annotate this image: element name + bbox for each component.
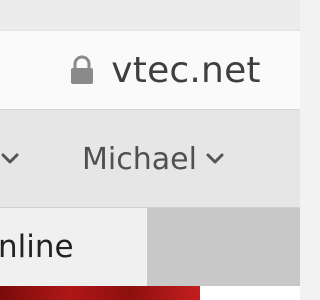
- address-bar-content: vtec.net: [69, 50, 261, 91]
- address-bar[interactable]: vtec.net: [0, 30, 300, 110]
- browser-window: vtec.net Michael nline: [0, 0, 300, 300]
- window-top-strip: [0, 0, 300, 30]
- toolbar: Michael: [0, 110, 300, 208]
- page-content: [0, 286, 300, 300]
- partial-menu-item[interactable]: [0, 110, 20, 208]
- chevron-down-icon: [205, 152, 225, 166]
- lock-icon: [69, 55, 95, 85]
- chevron-down-icon: [0, 152, 20, 166]
- tab-row: nline: [0, 208, 300, 286]
- content-image-peek: [0, 286, 200, 300]
- user-menu-label: Michael: [82, 141, 197, 177]
- tab-empty[interactable]: [148, 208, 300, 286]
- user-menu[interactable]: Michael: [82, 110, 225, 208]
- tab-online-label: nline: [0, 229, 74, 265]
- tab-online[interactable]: nline: [0, 208, 148, 286]
- url-text[interactable]: vtec.net: [111, 50, 261, 91]
